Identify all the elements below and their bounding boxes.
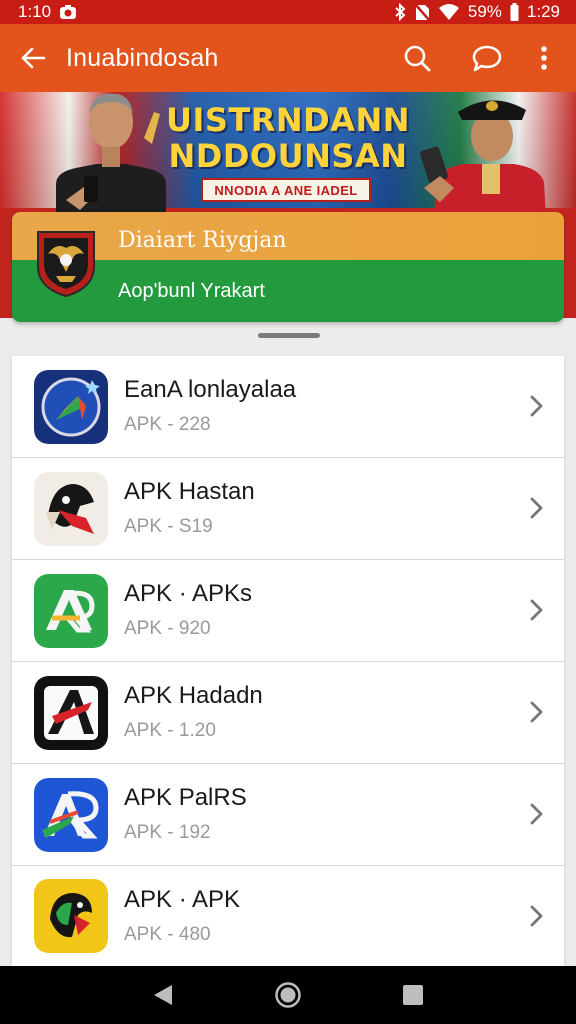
list-item[interactable]: APK Hastan APK - S19 [12,458,564,560]
nav-recents-icon [403,985,424,1005]
nav-home-button[interactable] [258,966,318,1024]
banner-headline-line2: NDDOUNSAN [168,137,408,175]
system-nav-bar [0,966,576,1024]
green-a-app-icon [34,573,108,648]
search-icon [404,45,431,72]
page-title: Inuabindosah [66,43,219,72]
chevron-right-icon [530,497,543,519]
chevron-right-icon [530,803,543,825]
blue-ar-app-icon [34,777,108,852]
wifi-icon [438,3,460,21]
list-item[interactable]: APK · APK APK - 480 [12,866,564,966]
more-vert-icon [541,46,547,70]
eagle-app-icon [34,471,108,546]
banner-subtitle: NNODIA A ANE IADEL [201,178,371,202]
app-meta: APK - S19 [124,516,213,537]
officer-with-phone-illustration [420,100,546,218]
chevron-right-icon [530,701,543,723]
app-name: EanA lonlayalaa [124,376,297,403]
app-bar: Inuabindosah [0,24,576,92]
app-meta: APK - 228 [124,414,211,435]
back-button[interactable] [0,24,66,92]
app-meta: APK - 920 [124,618,211,639]
featured-card-subtitle: Aop'bunl Yrakart [118,280,265,302]
back-arrow-icon [21,47,46,69]
chevron-right-icon [530,599,543,621]
featured-card-title: Diaiart Riygjan [118,228,287,253]
camera-icon [59,4,77,20]
app-meta: APK - 1.20 [124,720,216,741]
list-item[interactable]: EanA lonlayalaa APK - 228 [12,356,564,458]
app-name: APK PalRS [124,784,247,811]
nav-back-icon [153,985,172,1005]
nav-back-button[interactable] [133,966,193,1024]
status-time: 1:10 [18,2,52,21]
chat-button[interactable] [452,24,522,92]
garuda-emblem-icon [37,231,95,298]
bluetooth-icon [394,3,406,21]
battery-percent: 59% [467,2,502,21]
black-a-app-icon [34,675,108,750]
nav-recents-button[interactable] [383,966,443,1024]
yellow-bird-app-icon [34,879,108,953]
drag-handle[interactable] [258,333,320,338]
chevron-right-icon [530,395,543,417]
banner-headline-line1: UISTRNDANN [165,101,411,139]
app-list: EanA lonlayalaa APK - 228 APK Hastan APK… [12,356,564,966]
nav-home-icon [275,982,301,1008]
status-clock: 1:29 [526,2,560,21]
app-name: APK · APKs [124,580,253,607]
app-meta: APK - 192 [124,822,211,843]
no-sim-icon [413,3,430,21]
banner-headline: UISTRNDANN NDDOUNSAN [150,102,426,174]
chevron-right-icon [530,905,543,927]
search-button[interactable] [382,24,452,92]
list-item[interactable]: APK Hadadn APK - 1.20 [12,662,564,764]
chat-icon [472,45,502,72]
app-name: APK Hadadn [124,682,263,709]
app-meta: APK - 480 [124,924,211,945]
compass-app-icon [34,369,108,444]
list-item[interactable]: APK PalRS APK - 192 [12,764,564,866]
battery-icon [510,3,519,21]
app-name: APK Hastan [124,478,255,505]
list-item[interactable]: APK · APKs APK - 920 [12,560,564,662]
status-bar: 1:10 59% 1:29 [0,0,576,24]
more-options-button[interactable] [522,24,566,92]
app-name: APK · APK [124,886,241,913]
